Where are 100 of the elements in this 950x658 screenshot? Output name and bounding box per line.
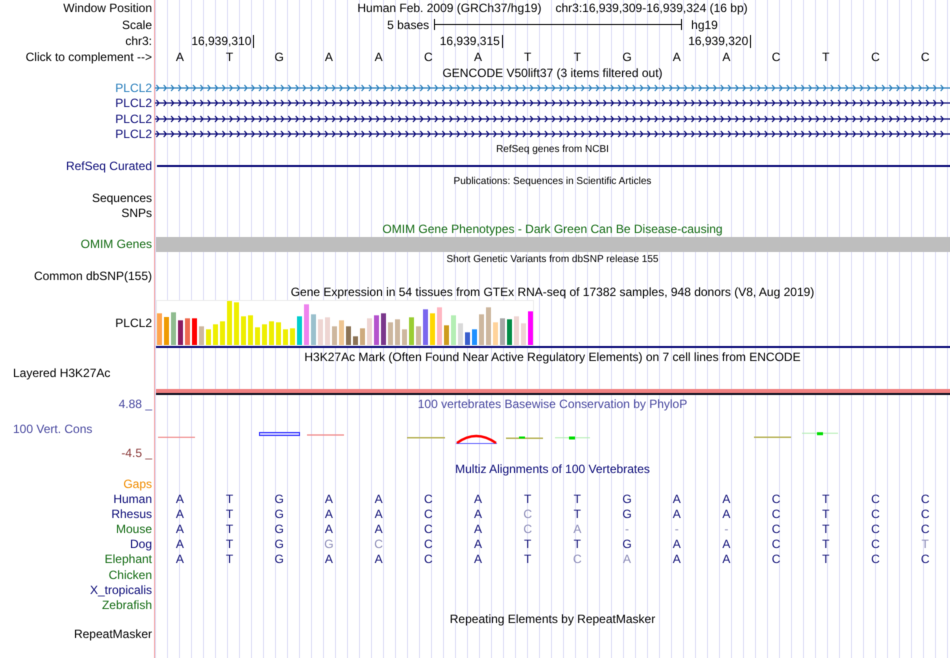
- expression-bar: [339, 320, 344, 344]
- base-letter[interactable]: A: [176, 50, 184, 64]
- alignment-base: T: [524, 492, 532, 506]
- ruler-position: 16,939,315: [440, 34, 503, 48]
- track-label[interactable]: Sequences: [92, 190, 152, 205]
- expression-bar: [458, 322, 463, 344]
- gene-feature[interactable]: [155, 98, 950, 108]
- alignment-base: C: [772, 507, 780, 522]
- alignment-base: A: [474, 537, 482, 552]
- species-label[interactable]: Mouse: [116, 522, 152, 536]
- track-label[interactable]: 100 Vert. Cons: [13, 422, 92, 436]
- alignment-base: A: [324, 492, 333, 506]
- alignment-base: A: [672, 492, 681, 506]
- expression-bar: [157, 312, 162, 344]
- track-label[interactable]: PLCL2: [115, 127, 152, 142]
- alignment-base: C: [871, 537, 880, 552]
- conservation-segment: [259, 432, 300, 436]
- base-letter[interactable]: T: [226, 50, 234, 64]
- ruler-position: 16,939,320: [688, 34, 752, 48]
- base-letter[interactable]: A: [474, 50, 482, 64]
- alignment-base: T: [524, 537, 532, 552]
- alignment-base: G: [622, 492, 632, 506]
- track-label[interactable]: PLCL2: [115, 96, 152, 110]
- alignment-base: C: [772, 492, 780, 506]
- base-letter[interactable]: G: [622, 50, 632, 64]
- expression-bar: [227, 300, 232, 344]
- base-letter[interactable]: A: [324, 50, 333, 64]
- conservation-segment: [506, 436, 543, 439]
- species-label[interactable]: Elephant: [104, 552, 152, 566]
- track-label[interactable]: PLCL2: [115, 316, 152, 330]
- track-label[interactable]: Layered H3K27Ac: [13, 366, 110, 380]
- alignment-base: C: [920, 552, 930, 566]
- track-title: Publications: Sequences in Scientific Articles: [454, 176, 652, 188]
- expression-bar: [402, 328, 407, 344]
- base-letter[interactable]: A: [672, 50, 681, 64]
- expression-bar: [409, 316, 414, 344]
- expression-bar: [444, 324, 449, 344]
- base-letter[interactable]: T: [524, 50, 532, 64]
- base-letter[interactable]: C: [920, 50, 930, 64]
- base-letter[interactable]: C: [871, 50, 880, 64]
- species-label[interactable]: Dog: [130, 537, 152, 552]
- scale-text: 5 bases: [387, 18, 430, 32]
- species-label[interactable]: Chicken: [108, 568, 152, 582]
- track-label[interactable]: RepeatMasker: [74, 627, 152, 641]
- species-label[interactable]: Zebrafish: [102, 598, 152, 612]
- alignment-base: A: [672, 507, 681, 522]
- alignment-base: T: [574, 537, 582, 552]
- base-letter[interactable]: C: [772, 50, 780, 64]
- alignment-base: A: [474, 507, 482, 522]
- expression-bar: [430, 312, 435, 344]
- ruler-position: 16,939,310: [191, 34, 254, 48]
- gene-feature[interactable]: [155, 114, 950, 124]
- complement-link[interactable]: Click to complement -->: [26, 50, 152, 64]
- track-title: H3K27Ac Mark (Often Found Near Active Regulatory Elements) on 7 cell lines from ENCODE: [304, 350, 801, 364]
- track-label[interactable]: PLCL2: [115, 80, 152, 95]
- alignment-base: -: [724, 522, 728, 536]
- alignment-base: A: [324, 507, 333, 522]
- expression-bar: [325, 316, 330, 344]
- alignment-base: G: [274, 492, 284, 506]
- conservation-segment: [554, 436, 590, 439]
- base-letter[interactable]: T: [574, 50, 582, 64]
- expression-bar: [500, 318, 505, 344]
- expression-bar: [255, 326, 260, 344]
- alignment-base: G: [274, 552, 284, 566]
- alignment-base: A: [672, 552, 681, 566]
- track-label[interactable]: SNPs: [121, 206, 152, 220]
- track-label[interactable]: RefSeq Curated: [66, 159, 152, 173]
- alignment-base: C: [772, 522, 780, 536]
- expression-bar: [185, 318, 190, 344]
- alignment-base: T: [226, 537, 234, 552]
- species-label[interactable]: X_tropicalis: [90, 582, 152, 597]
- expression-bar: [206, 328, 211, 344]
- expression-bar: [514, 316, 519, 344]
- alignment-base: T: [921, 537, 929, 552]
- alignment-base: T: [822, 552, 830, 566]
- alignment-base: G: [274, 537, 284, 552]
- signal-band[interactable]: [156, 388, 950, 392]
- track-title: 100 vertebrates Basewise Conservation by PhyloP: [418, 396, 688, 410]
- alignment-base: A: [374, 522, 383, 536]
- track-label[interactable]: PLCL2: [115, 112, 152, 126]
- base-letter[interactable]: A: [374, 50, 383, 64]
- track-label[interactable]: OMIM Genes: [80, 237, 152, 251]
- track-label[interactable]: Common dbSNP(155): [34, 268, 152, 283]
- species-label[interactable]: Human: [113, 492, 152, 506]
- base-letter[interactable]: A: [722, 50, 730, 64]
- alignment-base: C: [523, 522, 532, 536]
- alignment-base: A: [176, 522, 184, 536]
- species-label[interactable]: Rhesus: [111, 507, 152, 522]
- alignment-base: T: [226, 522, 234, 536]
- expression-bar: [234, 302, 239, 344]
- base-letter[interactable]: T: [822, 50, 830, 64]
- alignment-base: A: [374, 492, 383, 506]
- track-title: Multiz Alignments of 100 Vertebrates: [455, 462, 650, 476]
- expression-bar: [248, 314, 253, 344]
- base-letter[interactable]: G: [274, 50, 284, 64]
- alignment-base: A: [672, 537, 681, 552]
- alignment-base: A: [573, 522, 582, 536]
- expression-bar: [521, 322, 526, 344]
- base-letter[interactable]: C: [424, 50, 433, 64]
- gene-feature[interactable]: [155, 129, 950, 140]
